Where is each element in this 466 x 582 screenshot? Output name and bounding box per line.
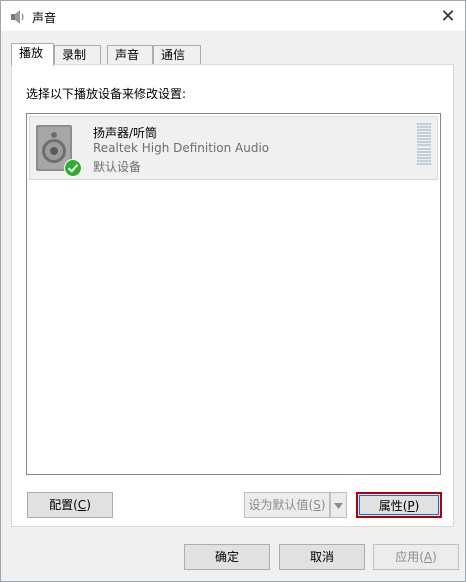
title-bar: 声音 ✕ bbox=[1, 1, 465, 31]
configure-button[interactable]: 配置(C) bbox=[27, 492, 113, 518]
cancel-button[interactable]: 取消 bbox=[279, 544, 365, 570]
device-status: 默认设备 bbox=[93, 160, 142, 174]
set-default-button[interactable]: 设为默认值(S) bbox=[244, 492, 330, 518]
volume-level-meter bbox=[417, 123, 431, 165]
tab-recording[interactable]: 录制 bbox=[54, 45, 101, 65]
ok-button[interactable]: 确定 bbox=[184, 544, 270, 570]
check-badge-icon bbox=[64, 159, 82, 177]
tab-playback[interactable]: 播放 bbox=[11, 43, 54, 66]
close-button[interactable]: ✕ bbox=[431, 1, 465, 31]
sound-dialog: 声音 ✕ 播放 录制 声音 通信 选择以下播放设备来修改设置: 扬声器/听筒 R… bbox=[0, 0, 466, 582]
close-icon: ✕ bbox=[440, 5, 456, 27]
device-name: 扬声器/听筒 bbox=[93, 126, 158, 140]
list-item[interactable]: 扬声器/听筒 Realtek High Definition Audio 默认设… bbox=[29, 116, 438, 180]
speaker-title-icon bbox=[11, 10, 24, 24]
device-list[interactable]: 扬声器/听筒 Realtek High Definition Audio 默认设… bbox=[26, 113, 441, 475]
tab-communications[interactable]: 通信 bbox=[153, 45, 201, 65]
apply-button[interactable]: 应用(A) bbox=[373, 544, 459, 570]
instruction-text: 选择以下播放设备来修改设置: bbox=[26, 87, 187, 101]
playback-panel: 选择以下播放设备来修改设置: 扬声器/听筒 Realtek High Defin… bbox=[11, 64, 454, 527]
chevron-down-icon bbox=[334, 503, 343, 509]
properties-button[interactable]: 属性(P) bbox=[356, 492, 442, 518]
tab-sounds[interactable]: 声音 bbox=[107, 45, 153, 65]
window-title: 声音 bbox=[32, 11, 57, 25]
device-driver: Realtek High Definition Audio bbox=[93, 141, 270, 155]
set-default-dropdown-button[interactable] bbox=[330, 492, 347, 518]
properties-focus-ring: 属性(P) bbox=[359, 495, 439, 515]
